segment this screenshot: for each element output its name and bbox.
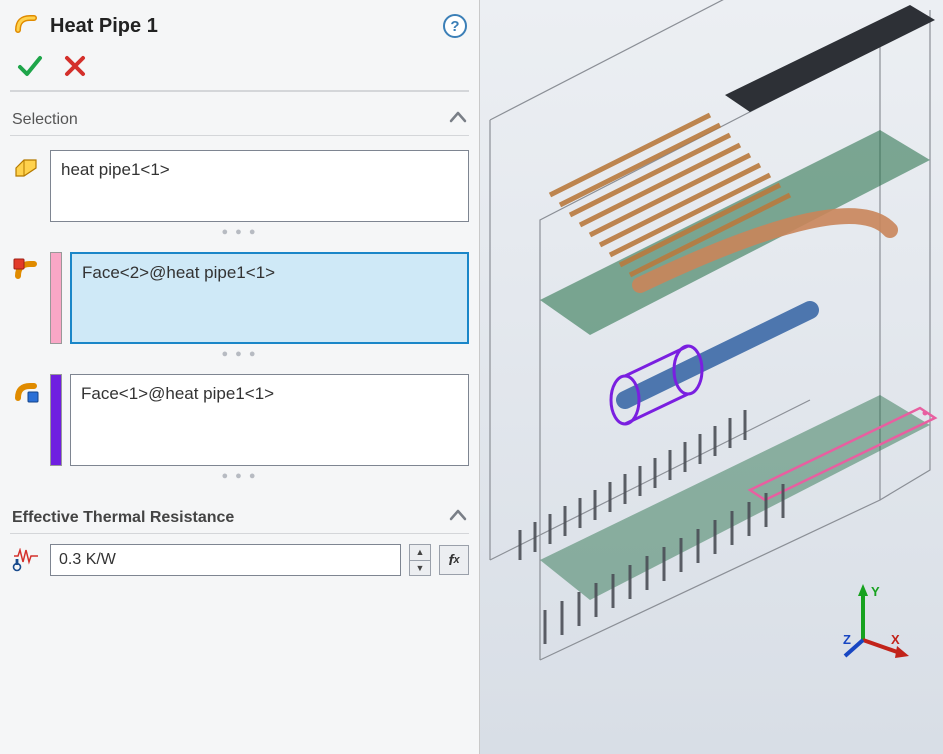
axis-z-label: Z [843, 632, 851, 647]
section-header-resistance: Effective Thermal Resistance [10, 504, 469, 534]
panel-title: Heat Pipe 1 [50, 15, 433, 38]
heatpipe-icon [12, 10, 40, 42]
graphics-viewport[interactable]: Y X Z [480, 0, 943, 754]
section-label: Selection [12, 111, 78, 129]
cancel-button[interactable] [62, 53, 88, 79]
resistance-value: 0.3 K/W [59, 551, 116, 569]
component-icon [10, 150, 42, 178]
selected-face-heat-out [625, 310, 810, 400]
section-header-selection: Selection [10, 106, 469, 136]
selection-row-component: heat pipe1<1> [10, 150, 469, 222]
selection-row-heat-in: Face<2>@heat pipe1<1> [10, 252, 469, 344]
spin-down-button[interactable]: ▼ [410, 560, 430, 575]
selection-value: Face<1>@heat pipe1<1> [81, 384, 274, 403]
resize-grip[interactable]: ● ● ● [10, 348, 469, 360]
resize-grip[interactable]: ● ● ● [10, 470, 469, 482]
selection-box-component[interactable]: heat pipe1<1> [50, 150, 469, 222]
section-label: Effective Thermal Resistance [12, 509, 234, 527]
selection-row-heat-out: Face<1>@heat pipe1<1> [10, 374, 469, 466]
confirm-bar [10, 50, 469, 92]
selection-value: Face<2>@heat pipe1<1> [82, 263, 275, 282]
selection-box-heat-in[interactable]: Face<2>@heat pipe1<1> [70, 252, 469, 344]
spin-up-button[interactable]: ▲ [410, 545, 430, 560]
resistance-input[interactable]: 0.3 K/W [50, 544, 401, 576]
selection-box-heat-out[interactable]: Face<1>@heat pipe1<1> [70, 374, 469, 466]
heat-out-icon [10, 374, 42, 404]
thermal-resistance-icon [10, 548, 42, 572]
resize-grip[interactable]: ● ● ● [10, 226, 469, 238]
collapse-toggle-resistance[interactable] [449, 508, 467, 527]
param-row-resistance: 0.3 K/W ▲ ▼ fx [10, 544, 469, 576]
heat-in-icon [10, 252, 42, 282]
fx-button[interactable]: fx [439, 545, 469, 575]
color-swatch-heat-in [50, 252, 62, 344]
axis-x-label: X [891, 632, 900, 647]
resistance-spinner: ▲ ▼ [409, 544, 431, 576]
ok-button[interactable] [16, 52, 44, 80]
color-swatch-heat-out [50, 374, 62, 466]
panel-header: Heat Pipe 1 ? [10, 6, 469, 50]
orientation-triad[interactable]: Y X Z [843, 580, 913, 664]
property-panel: Heat Pipe 1 ? Selection heat [0, 0, 480, 754]
collapse-toggle-selection[interactable] [449, 110, 467, 129]
help-button[interactable]: ? [443, 14, 467, 38]
axis-y-label: Y [871, 584, 880, 599]
selection-value: heat pipe1<1> [61, 160, 170, 179]
